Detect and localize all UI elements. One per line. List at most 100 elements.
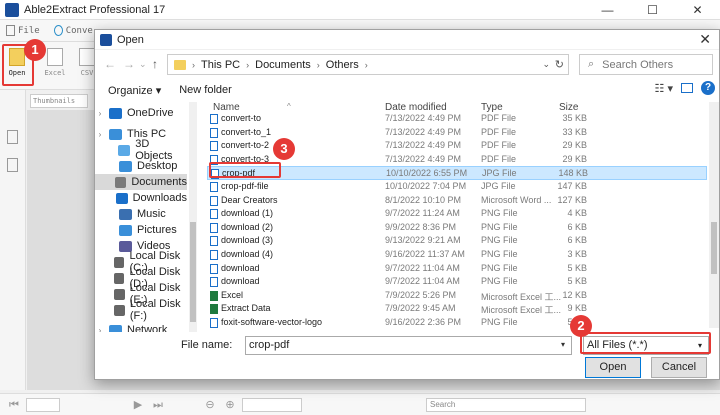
nav-item-documents[interactable]: Documents bbox=[95, 174, 187, 190]
nav-item-music[interactable]: Music bbox=[95, 206, 187, 222]
file-row[interactable]: download (2) 9/9/2022 8:36 PM PNG File 6 KB bbox=[207, 221, 707, 235]
music-icon bbox=[119, 208, 132, 220]
chevron-right-icon: › bbox=[192, 59, 195, 70]
thumbnails-select[interactable]: Thumbnails bbox=[30, 94, 88, 108]
next-page-icon[interactable]: ▶ bbox=[132, 399, 144, 411]
file-name: crop-pdf-file bbox=[221, 181, 269, 191]
chevron-right-icon: › bbox=[364, 59, 368, 70]
file-row[interactable]: Extract Data 7/9/2022 9:45 AM Microsoft Ex… bbox=[207, 302, 707, 316]
new-folder-button[interactable]: New folder bbox=[179, 84, 232, 96]
file-row[interactable]: convert-to 7/13/2022 4:49 PM PDF File 35 KB bbox=[207, 112, 707, 126]
nav-item-3d-objects[interactable]: 3D Objects bbox=[95, 138, 187, 162]
chevron-right-icon: › bbox=[246, 59, 250, 70]
nav-scroll-thumb[interactable] bbox=[190, 222, 196, 322]
document-icon[interactable] bbox=[7, 158, 18, 172]
file-date: 7/13/2022 4:49 PM bbox=[385, 153, 462, 164]
cube-icon bbox=[117, 144, 131, 156]
last-page-icon[interactable]: ⏭ bbox=[152, 399, 164, 411]
file-row[interactable]: foxit-software-vector-logo 9/16/2022 2:36… bbox=[207, 316, 707, 328]
menu-convert[interactable]: Conve bbox=[53, 25, 93, 36]
documents-icon bbox=[115, 176, 127, 188]
file-list-scrollbar[interactable] bbox=[709, 102, 719, 328]
refresh-icon[interactable]: ↻ bbox=[555, 58, 564, 71]
file-row[interactable]: crop-pdf-file 10/10/2022 7:04 PM JPG File 1… bbox=[207, 180, 707, 194]
help-icon[interactable]: ? bbox=[701, 81, 715, 95]
open-button[interactable]: Open bbox=[585, 357, 641, 378]
file-row[interactable]: Excel 7/9/2022 5:26 PM Microsoft Excel 工..… bbox=[207, 289, 707, 303]
chevron-down-icon[interactable]: ⌄ bbox=[542, 59, 550, 70]
file-name: convert-to-2 bbox=[221, 140, 270, 151]
minimize-button[interactable]: — bbox=[585, 0, 630, 20]
view-options-icon[interactable]: ☷ ▾ bbox=[655, 82, 673, 95]
file-row[interactable]: download 9/7/2022 11:04 AM PNG File 5 KB bbox=[207, 275, 707, 289]
forward-icon[interactable]: → bbox=[123, 57, 135, 71]
dialog-close-button[interactable]: ✕ bbox=[699, 31, 711, 48]
disk-icon bbox=[114, 256, 125, 268]
chevron-down-icon[interactable]: ▾ bbox=[561, 340, 565, 349]
disk-icon bbox=[114, 288, 125, 300]
cancel-button[interactable]: Cancel bbox=[651, 357, 707, 378]
file-row[interactable]: download (3) 9/13/2022 9:21 AM PNG File 6 K… bbox=[207, 234, 707, 248]
nav-item-onedrive[interactable]: › OneDrive bbox=[95, 105, 187, 121]
up-icon[interactable]: ↑ bbox=[152, 57, 158, 71]
chevron-right-icon[interactable]: › bbox=[95, 326, 105, 333]
file-date: 9/16/2022 11:37 AM bbox=[385, 249, 465, 259]
file-date: 10/10/2022 6:55 PM bbox=[386, 168, 468, 179]
file-type: PNG File bbox=[481, 235, 518, 246]
search-icon: ⌕ bbox=[588, 58, 595, 70]
breadcrumb-documents[interactable]: Documents bbox=[255, 59, 311, 71]
image-file-icon bbox=[210, 209, 218, 220]
file-type: PDF File bbox=[481, 153, 517, 164]
menu-file[interactable]: File bbox=[6, 25, 40, 36]
first-page-icon[interactable]: ⏮ bbox=[8, 399, 20, 411]
maximize-button[interactable]: ☐ bbox=[630, 0, 675, 20]
page-number-field[interactable] bbox=[26, 397, 60, 412]
image-file-icon bbox=[210, 222, 218, 233]
breadcrumb-this-pc[interactable]: This PC bbox=[201, 59, 240, 71]
file-row[interactable]: download (4) 9/16/2022 11:37 AM PNG File 3 … bbox=[207, 248, 707, 262]
pages-icon[interactable] bbox=[7, 130, 18, 144]
search-placeholder: Search Others bbox=[602, 58, 674, 71]
dialog-logo-icon bbox=[100, 33, 112, 46]
file-name: foxit-software-vector-logo bbox=[221, 317, 323, 327]
nav-item-pictures[interactable]: Pictures bbox=[95, 222, 187, 238]
address-bar[interactable]: › This PC › Documents › Others › ⌄ ↻ bbox=[167, 54, 569, 75]
nav-item-downloads[interactable]: Downloads bbox=[95, 190, 187, 206]
file-type: PDF File bbox=[481, 113, 517, 123]
file-row[interactable]: Dear Creators 8/1/2022 10:10 PM Microsoft … bbox=[207, 194, 707, 208]
close-app-button[interactable]: ✕ bbox=[675, 0, 720, 20]
chevron-right-icon: › bbox=[316, 59, 320, 70]
file-name-input[interactable]: crop-pdf bbox=[245, 336, 572, 355]
file-name: download (1) bbox=[221, 208, 274, 219]
file-type: PNG File bbox=[481, 208, 518, 219]
file-row[interactable]: crop-pdf 10/10/2022 6:55 PM JPG File 148 KB bbox=[207, 166, 707, 181]
pdf-file-icon bbox=[210, 141, 218, 152]
nav-scrollbar[interactable] bbox=[189, 102, 197, 332]
nav-item-local-disk-f[interactable]: Local Disk (F:) bbox=[95, 298, 187, 322]
file-scroll-thumb[interactable] bbox=[711, 222, 717, 274]
preview-pane-icon[interactable] bbox=[681, 83, 693, 93]
recent-dropdown-icon[interactable]: ⌄ bbox=[139, 59, 147, 70]
chevron-right-icon[interactable]: › bbox=[95, 130, 105, 139]
search-input[interactable]: ⌕ Search Others bbox=[579, 54, 713, 75]
file-size: 29 KB bbox=[562, 140, 587, 151]
file-row[interactable]: download 9/7/2022 11:04 AM PNG File 5 KB bbox=[207, 262, 707, 276]
organize-button[interactable]: Organize ▾ bbox=[108, 84, 161, 97]
disk-icon bbox=[114, 304, 125, 316]
file-type: JPG File bbox=[482, 168, 517, 179]
open-dialog: Open ✕ ← → ⌄ ↑ › This PC › Documents › O… bbox=[94, 29, 720, 380]
zoom-select[interactable] bbox=[242, 397, 302, 412]
file-date: 9/7/2022 11:04 AM bbox=[385, 262, 460, 273]
back-icon[interactable]: ← bbox=[104, 57, 116, 71]
chevron-right-icon[interactable]: › bbox=[95, 109, 105, 118]
nav-item-network[interactable]: › Network bbox=[95, 322, 187, 332]
nav-item-desktop[interactable]: Desktop bbox=[95, 158, 187, 174]
file-date: 7/13/2022 4:49 PM bbox=[385, 126, 462, 137]
file-name: download (2) bbox=[221, 221, 274, 232]
zoom-in-icon[interactable]: ⊕ bbox=[224, 399, 236, 411]
breadcrumb-others[interactable]: Others bbox=[326, 59, 359, 71]
file-row[interactable]: download (1) 9/7/2022 11:24 AM PNG File 4 K… bbox=[207, 207, 707, 221]
statusbar-search-input[interactable]: Search bbox=[426, 398, 586, 412]
zoom-out-icon[interactable]: ⊖ bbox=[204, 399, 216, 411]
file-date: 9/13/2022 9:21 AM bbox=[385, 235, 461, 246]
